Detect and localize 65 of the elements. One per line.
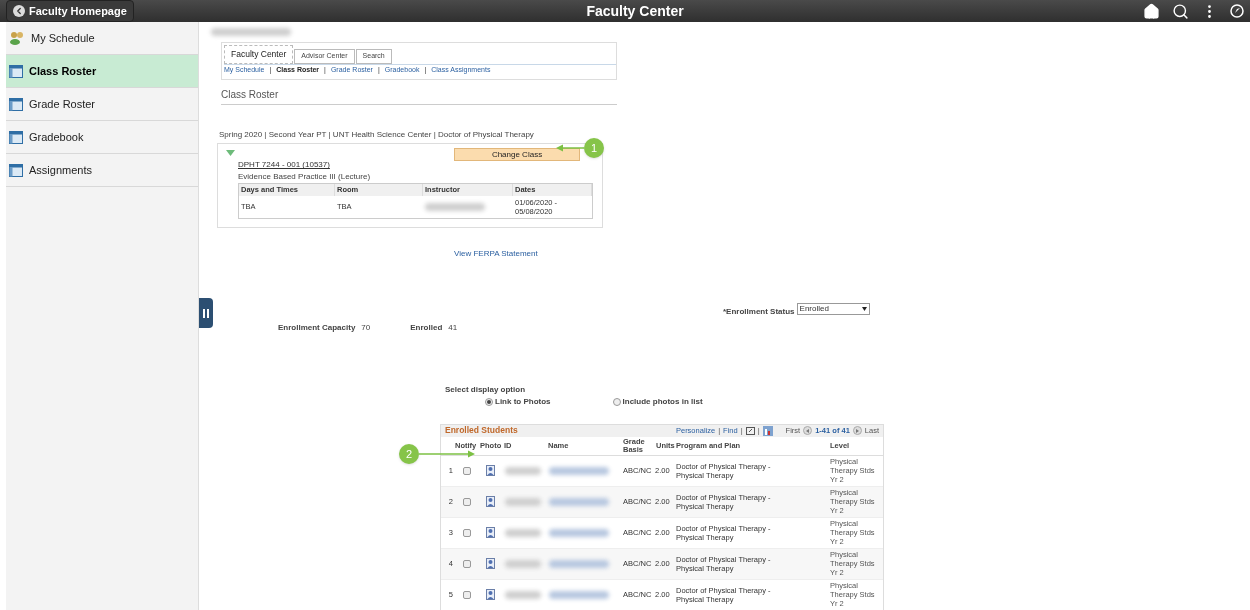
radio-button[interactable] [612,397,621,406]
redacted-text [505,466,541,475]
people-icon [9,31,25,45]
sidebar-item[interactable]: Grade Roster [6,88,198,121]
sidebar-item[interactable]: Assignments [6,154,198,187]
previous-button[interactable] [803,426,813,435]
radio-option[interactable]: Include photos in list [612,395,703,408]
back-button[interactable]: Faculty Homepage [6,0,134,22]
status-dropdown[interactable]: Enrolled [796,302,870,315]
redacted-text [505,528,541,537]
field-value: 70 [361,321,371,334]
photo-icon[interactable] [486,527,496,538]
photo-icon[interactable] [486,558,496,569]
photo-icon[interactable] [486,496,496,507]
next-button[interactable] [852,426,862,435]
field-label: *Enrollment Status [723,305,795,318]
panel-toggle[interactable] [199,298,213,328]
redacted-text [549,528,609,537]
back-icon [13,5,25,17]
redacted-text [549,466,609,475]
arrow [556,144,584,152]
redacted-text [549,497,609,506]
window-icon [9,97,23,111]
class-link[interactable]: DPHT 7244 - 001 (10537) [238,159,594,172]
home-icon[interactable] [1143,2,1160,20]
notify-checkbox[interactable] [462,466,471,475]
chart-icon[interactable] [762,425,773,436]
photo-icon[interactable] [486,589,496,600]
photo-icon[interactable] [486,465,496,476]
notify-checkbox[interactable] [462,559,471,568]
term-info: Spring 2020 | Second Year PT | UNT Health Science Center | Doctor of Physical Therapy [219,129,535,142]
search-icon[interactable] [1172,2,1189,20]
window-icon [9,130,23,144]
option-label: Select display option [445,383,526,396]
notify-checkbox[interactable] [462,497,471,506]
notify-checkbox[interactable] [462,528,471,537]
page-title: Faculty Center [585,1,685,21]
tab[interactable]: Faculty Center [224,45,294,64]
dropdown-caret [861,306,867,311]
ferpa-link[interactable]: View FERPA Statement [454,247,538,260]
notify-checkbox[interactable] [462,590,471,599]
radio-button[interactable] [485,397,493,406]
section-heading: Class Roster [221,87,617,106]
sidebar-item[interactable]: Gradebook [6,121,198,154]
class-description: Evidence Based Practice III (Lecture) [238,171,372,184]
window-icon [9,64,23,78]
callout-badge: 2 [399,444,419,464]
change-class-button[interactable]: Change Class [454,148,580,162]
redacted-text [549,559,609,568]
redacted-text [505,559,541,568]
field-label: Enrollment Capacity [278,321,356,334]
redacted-text [505,590,541,599]
sidebar-item[interactable]: Class Roster [6,55,198,88]
field-value: 41 [448,321,458,334]
grid-title: Enrolled Students [445,424,518,437]
compass-icon[interactable] [1230,4,1244,18]
arrow [419,450,475,458]
callout-badge: 1 [584,138,604,158]
redacted-text [549,590,609,599]
redacted-text [505,497,541,506]
window-icon [9,163,23,177]
field-label: Enrolled [410,321,443,334]
new-window-icon[interactable] [745,426,755,435]
redacted-text [425,202,485,211]
radio-option[interactable]: Link to Photos [485,395,551,408]
